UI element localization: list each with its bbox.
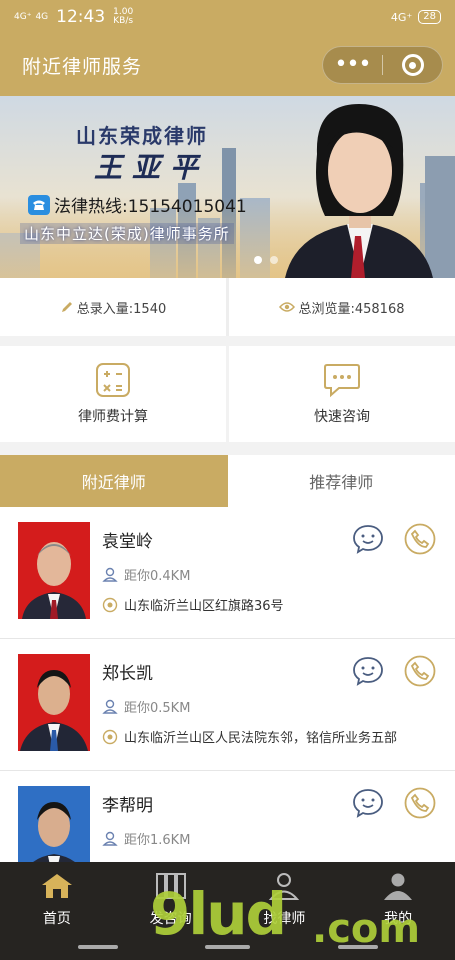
- status-bar: 4G⁺ 4G 12:43 1.00 KB/s 4G⁺ 28: [0, 0, 455, 34]
- lawyer-card[interactable]: 李帮明 距你1.6KM: [0, 771, 455, 862]
- location-person-icon: [102, 567, 118, 582]
- fee-calculator-label: 律师费计算: [78, 409, 148, 425]
- eye-icon: [279, 302, 296, 312]
- signal-indicator-2: 4G: [35, 11, 49, 22]
- navigation-bar: 附近律师服务 •••: [0, 34, 455, 96]
- total-records-stat: 总录入量:1540: [0, 278, 226, 336]
- tab-home-label: 首页: [42, 911, 71, 927]
- calculator-icon: [96, 363, 130, 397]
- location-person-icon: [102, 831, 118, 846]
- signal-indicator: 4G⁺: [14, 11, 32, 22]
- location-person-icon: [102, 699, 118, 714]
- lawyer-distance: 距你1.6KM: [102, 829, 190, 848]
- lawyer-avatar: [18, 654, 90, 751]
- tab-recommended-lawyers[interactable]: 推荐律师: [228, 455, 455, 507]
- fee-calculator-button[interactable]: 律师费计算: [0, 346, 226, 442]
- stats-row: 总录入量:1540 总浏览量:458168: [0, 278, 455, 336]
- chat-bubble-icon: [324, 364, 360, 398]
- miniprogram-capsule: •••: [322, 46, 443, 84]
- carousel-indicator: [254, 256, 278, 264]
- site-watermark: 9lud: [150, 880, 287, 948]
- pencil-icon: [61, 302, 72, 312]
- consult-chat-icon[interactable]: [352, 787, 384, 819]
- lawyer-tabs: 附近律师 推荐律师: [0, 455, 455, 507]
- banner-firm-title: 山东荣成律师: [76, 124, 208, 148]
- tool-grid: 律师费计算 快速咨询: [0, 346, 455, 442]
- user-icon: [384, 873, 413, 900]
- lawyer-distance: 距你0.4KM: [102, 565, 190, 584]
- lawyer-name: 郑长凯: [102, 664, 153, 684]
- lawyer-portrait-image: [285, 104, 455, 278]
- banner-hotline: 法律热线:15154015041: [28, 192, 247, 217]
- consult-chat-icon[interactable]: [352, 655, 384, 687]
- lawyer-name: 李帮明: [102, 796, 153, 816]
- lawyer-avatar: [18, 522, 90, 619]
- lawyer-name: 袁堂岭: [102, 532, 153, 552]
- call-phone-icon[interactable]: [404, 787, 436, 819]
- lawyer-card[interactable]: 袁堂岭 距你0.4KM 山东临沂兰山区红旗路36号: [0, 507, 455, 639]
- lawyer-address: 山东临沂兰山区人民法院东邻，铭信所业务五部: [102, 727, 397, 746]
- call-phone-icon[interactable]: [404, 523, 436, 555]
- promo-banner[interactable]: 山东荣成律师 王亚平 法律热线:15154015041 山东中立达(荣成)律师事…: [0, 96, 455, 278]
- map-target-icon: [102, 597, 118, 612]
- map-target-icon: [102, 729, 118, 744]
- page-title: 附近律师服务: [22, 55, 143, 78]
- tab-nearby-lawyers[interactable]: 附近律师: [0, 455, 228, 507]
- lawyer-distance: 距你0.5KM: [102, 697, 190, 716]
- lawyer-card[interactable]: 郑长凯 距你0.5KM 山东临沂兰山区人民法院东邻，铭信所业务五部: [0, 639, 455, 771]
- clock: 12:43: [56, 7, 106, 27]
- quick-consult-button[interactable]: 快速咨询: [229, 346, 455, 442]
- close-miniprogram-icon[interactable]: [383, 54, 442, 76]
- banner-lawyer-name: 王亚平: [94, 151, 209, 184]
- banner-office: 山东中立达(荣成)律师事务所: [20, 223, 234, 244]
- lawyer-list: 袁堂岭 距你0.4KM 山东临沂兰山区红旗路36号 郑长凯 距你0.5KM 山东: [0, 507, 455, 862]
- lawyer-avatar: [18, 786, 90, 862]
- phone-icon: [28, 194, 50, 215]
- home-icon: [41, 874, 72, 898]
- site-watermark-tail: .com: [312, 906, 421, 952]
- signal-indicator-right: 4G⁺: [390, 10, 413, 24]
- system-nav-bar: [78, 945, 118, 949]
- network-speed: 1.00 KB/s: [113, 7, 134, 26]
- call-phone-icon[interactable]: [404, 655, 436, 687]
- total-views-stat: 总浏览量:458168: [229, 278, 455, 336]
- battery-indicator: 28: [418, 10, 441, 24]
- lawyer-address: 山东临沂兰山区红旗路36号: [102, 595, 284, 614]
- quick-consult-label: 快速咨询: [314, 409, 370, 425]
- more-menu-icon[interactable]: •••: [323, 54, 382, 76]
- consult-chat-icon[interactable]: [352, 523, 384, 555]
